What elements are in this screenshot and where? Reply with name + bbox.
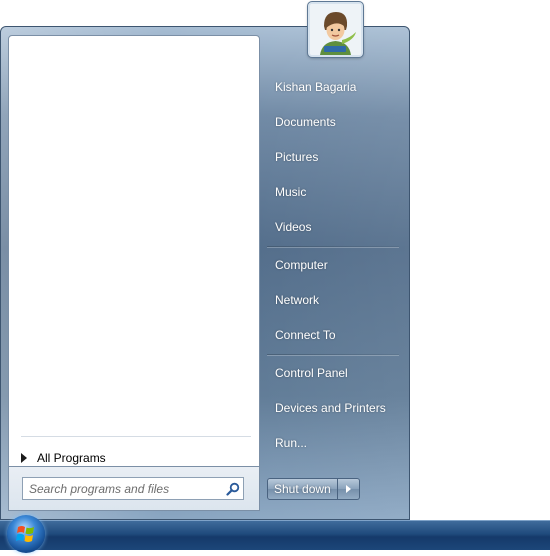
- menu-item-pictures[interactable]: Pictures: [267, 142, 403, 172]
- menu-item-control-panel[interactable]: Control Panel: [267, 358, 403, 388]
- triangle-right-icon: [21, 453, 27, 463]
- right-separator: [267, 354, 399, 356]
- menu-item-user-folder[interactable]: Kishan Bagaria: [267, 72, 403, 102]
- menu-item-devices-printers[interactable]: Devices and Printers: [267, 393, 403, 423]
- menu-item-videos[interactable]: Videos: [267, 212, 403, 242]
- taskbar: [0, 520, 550, 550]
- menu-item-network[interactable]: Network: [267, 285, 403, 315]
- right-separator: [267, 246, 399, 248]
- chevron-right-icon: [345, 485, 351, 493]
- shutdown-options-button[interactable]: [337, 478, 360, 500]
- menu-item-documents[interactable]: Documents: [267, 107, 403, 137]
- search-box[interactable]: [22, 477, 244, 500]
- windows-logo-icon: [16, 526, 34, 542]
- programs-separator: [21, 436, 251, 437]
- menu-item-run[interactable]: Run...: [267, 428, 403, 458]
- programs-pane: All Programs: [8, 35, 260, 467]
- shutdown-group: Shut down: [267, 478, 360, 500]
- search-area: [8, 467, 260, 511]
- menu-item-computer[interactable]: Computer: [267, 250, 403, 280]
- user-avatar-icon: [310, 4, 361, 55]
- menu-item-connect-to[interactable]: Connect To: [267, 320, 403, 350]
- user-avatar[interactable]: [308, 2, 363, 57]
- menu-item-music[interactable]: Music: [267, 177, 403, 207]
- start-button[interactable]: [7, 515, 45, 553]
- search-icon[interactable]: [223, 479, 243, 499]
- shutdown-button[interactable]: Shut down: [267, 478, 338, 500]
- search-input[interactable]: [23, 479, 223, 498]
- start-menu: All Programs Kishan Bagaria Documents Pi…: [0, 26, 410, 520]
- all-programs-label: All Programs: [37, 451, 106, 465]
